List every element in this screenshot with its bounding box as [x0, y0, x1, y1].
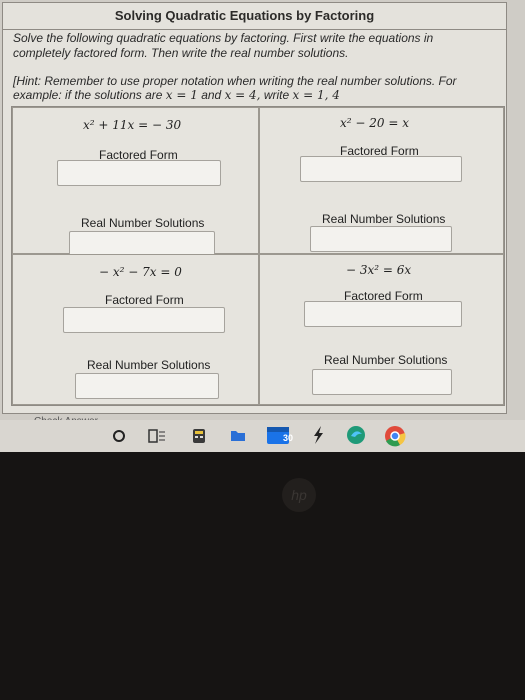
play-store-icon[interactable] [312, 426, 324, 449]
worksheet-title: Solving Quadratic Equations by Factoring [114, 8, 375, 23]
problem-3-factored-label: Factored Form [105, 293, 184, 307]
problem-1-equation: x² + 11x = − 30 [83, 118, 182, 132]
problem-1-factored-input[interactable] [57, 160, 221, 186]
launcher-icon[interactable] [112, 429, 126, 448]
chrome-icon[interactable] [384, 425, 406, 452]
worksheet-title-bar: Solving Quadratic Equations by Factoring [3, 3, 506, 30]
problem-2-solutions-label: Real Number Solutions [322, 212, 446, 226]
problem-4-equation: − 3x² = 6x [346, 263, 412, 277]
problem-2-solutions-input[interactable] [310, 226, 452, 252]
calendar-day: 30 [283, 433, 294, 443]
problem-cell-2: x² − 20 = x Factored Form Real Number So… [259, 107, 504, 254]
edge-icon[interactable] [346, 425, 366, 450]
hint-answer: x = 1, 4 [292, 88, 340, 102]
hint-line-1: [Hint: Remember to use proper notation w… [13, 74, 457, 88]
hint-and: and [201, 88, 222, 102]
problem-3-equation: − x² − 7x = 0 [99, 265, 182, 279]
problem-cell-4: − 3x² = 6x Factored Form Real Number Sol… [259, 254, 504, 405]
hint-write: write [263, 88, 290, 102]
problem-4-solutions-label: Real Number Solutions [324, 353, 448, 367]
files-icon[interactable] [230, 427, 246, 448]
worksheet-panel: Solving Quadratic Equations by Factoring… [2, 2, 507, 414]
problem-cell-1: x² + 11x = − 30 Factored Form Real Numbe… [12, 107, 259, 257]
hint-prefix: example: if the solutions are [13, 88, 163, 102]
problem-3-solutions-input[interactable] [75, 373, 219, 399]
problems-grid: x² + 11x = − 30 Factored Form Real Numbe… [11, 106, 505, 406]
calculator-icon[interactable] [192, 428, 206, 449]
problem-2-factored-input[interactable] [300, 156, 462, 182]
problem-4-solutions-input[interactable] [312, 369, 452, 395]
hp-logo: hp [282, 478, 316, 512]
hint-example-1: x = 1 [165, 88, 198, 102]
problem-1-solutions-label: Real Number Solutions [81, 216, 205, 230]
hint-line-2: example: if the solutions are x = 1 and … [13, 88, 493, 102]
problem-2-equation: x² − 20 = x [340, 116, 409, 130]
problem-3-factored-input[interactable] [63, 307, 225, 333]
taskbar: 30 [0, 420, 525, 452]
hint-text: [Hint: Remember to use proper notation w… [13, 74, 493, 102]
instructions-text: Solve the following quadratic equations … [13, 31, 434, 60]
tablet-mode-icon[interactable] [148, 428, 166, 449]
hint-example-2: x = 4, [224, 88, 261, 102]
problem-4-factored-input[interactable] [304, 301, 462, 327]
problem-3-solutions-label: Real Number Solutions [87, 358, 211, 372]
screen: Solving Quadratic Equations by Factoring… [0, 0, 525, 452]
problem-cell-3: − x² − 7x = 0 Factored Form Real Number … [12, 254, 259, 405]
